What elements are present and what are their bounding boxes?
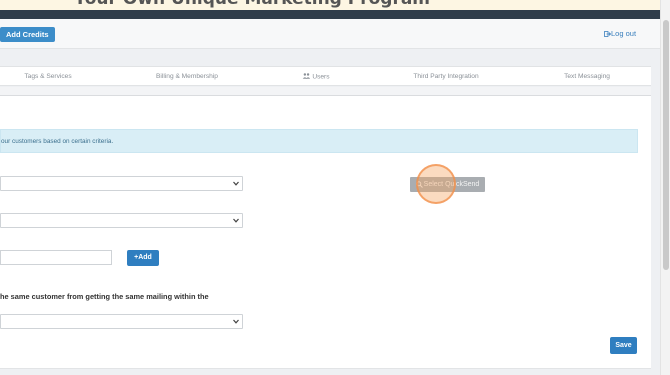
info-alert-text: our customers based on certain criteria. <box>1 138 114 145</box>
scrollbar-thumb[interactable] <box>663 20 669 270</box>
tab-tags-services[interactable]: Tags & Services <box>24 73 71 80</box>
mailing-interval-select[interactable] <box>0 314 243 329</box>
criteria-select-1[interactable] <box>0 176 243 191</box>
tab-users[interactable]: Users <box>302 73 330 81</box>
tabs-divider <box>0 87 651 96</box>
tab-billing-membership[interactable]: Billing & Membership <box>156 73 218 80</box>
info-alert: our customers based on certain criteria. <box>0 129 638 153</box>
chevron-down-icon <box>233 319 239 324</box>
save-button[interactable]: Save <box>610 337 637 354</box>
dark-navbar <box>0 10 660 19</box>
add-credits-button[interactable]: Add Credits <box>0 27 55 42</box>
tab-third-party-integration[interactable]: Third Party Integration <box>413 73 478 80</box>
main-content: our customers based on certain criteria.… <box>0 96 651 368</box>
same-mailing-label: he same customer from getting the same m… <box>0 292 209 301</box>
add-button[interactable]: +Add <box>127 250 159 266</box>
criteria-text-input[interactable] <box>0 250 112 265</box>
account-toolbar: Add Credits Log out <box>0 19 660 49</box>
page-footer <box>0 368 651 375</box>
top-banner: Your Own Unique Marketing Program <box>0 0 660 10</box>
logout-label: Log out <box>611 29 637 38</box>
tab-users-label: Users <box>312 73 330 81</box>
tab-text-messaging[interactable]: Text Messaging <box>564 73 610 80</box>
settings-tabs: Tags & Services Billing & Membership Use… <box>0 66 651 86</box>
banner-title: Your Own Unique Marketing Program <box>74 0 430 9</box>
click-indicator <box>416 164 456 204</box>
chevron-down-icon <box>233 181 239 186</box>
chevron-down-icon <box>233 218 239 223</box>
logout-icon <box>604 30 612 37</box>
logout-link[interactable]: Log out <box>604 29 636 38</box>
page-scrollbar[interactable] <box>660 0 670 375</box>
criteria-select-2[interactable] <box>0 213 243 228</box>
users-icon <box>302 73 311 79</box>
